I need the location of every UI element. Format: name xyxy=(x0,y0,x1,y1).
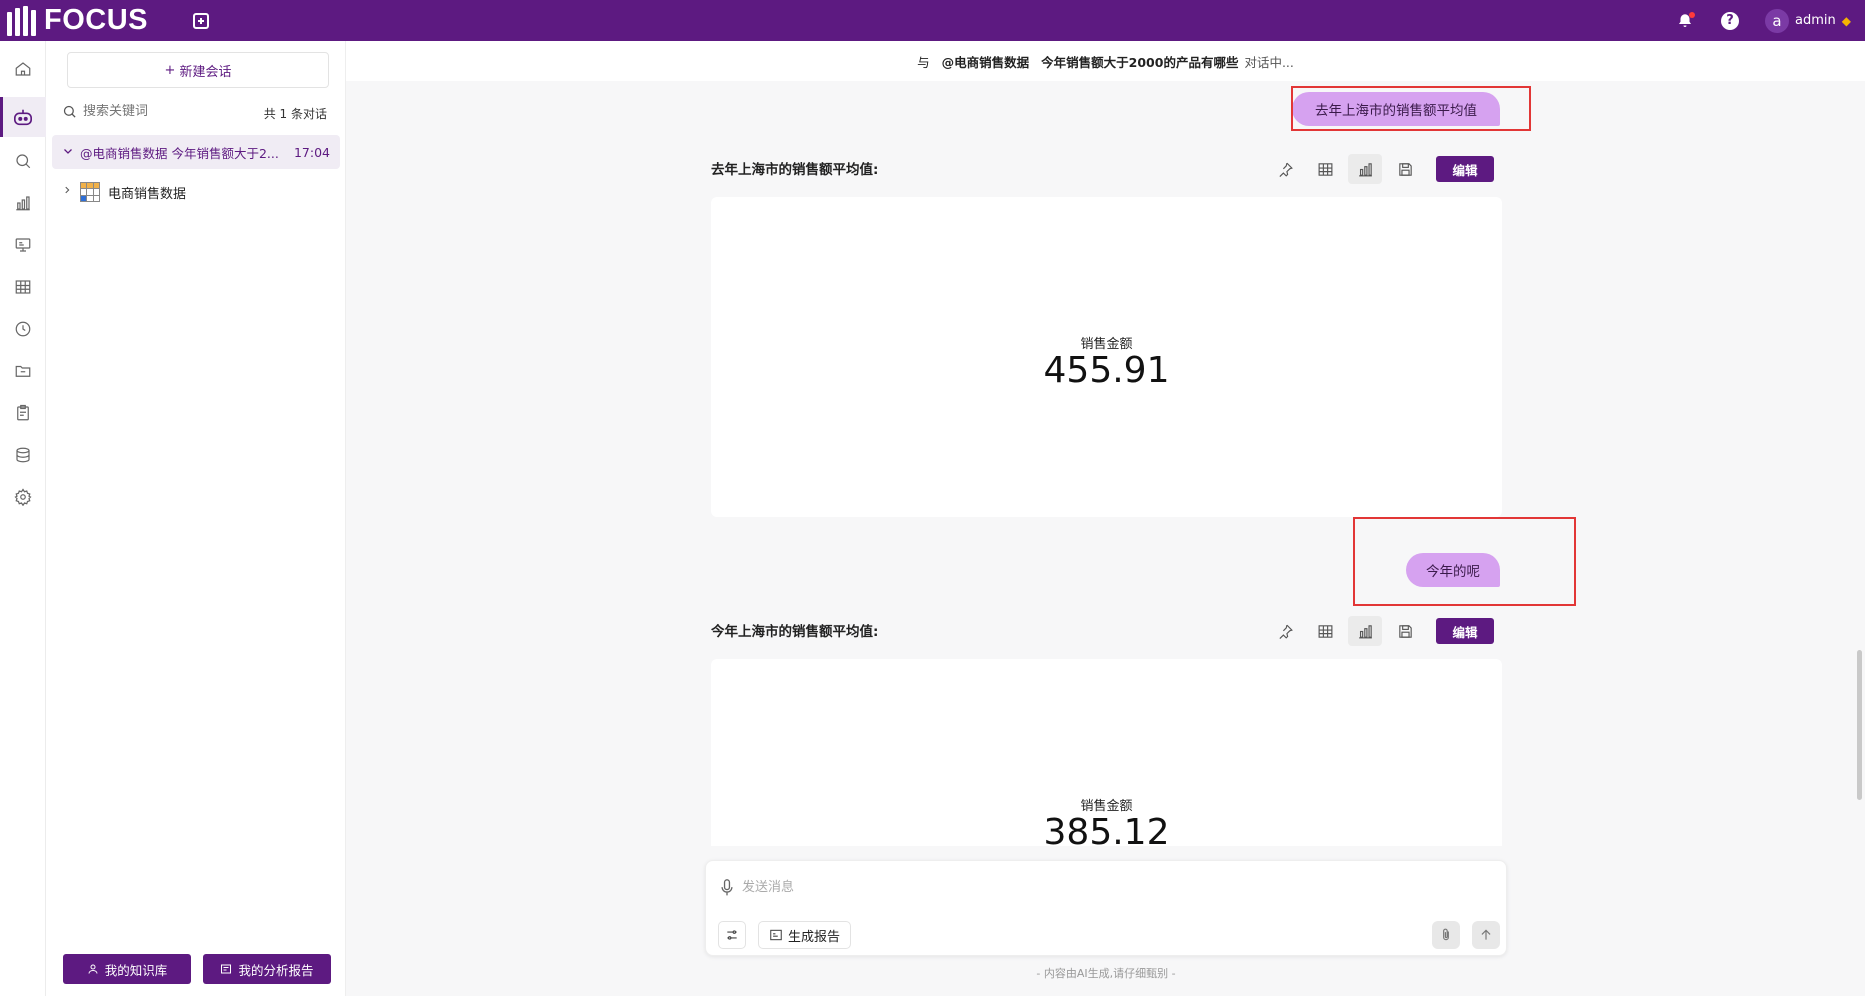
answer-toolbar: 编辑 xyxy=(1268,616,1494,646)
report-icon xyxy=(770,929,782,941)
answer-title: 去年上海市的销售额平均值: xyxy=(711,162,879,178)
conversation-search xyxy=(62,104,223,119)
generate-report-button[interactable]: 生成报告 xyxy=(758,921,852,949)
user-name: admin xyxy=(1795,13,1836,28)
folder-icon[interactable] xyxy=(0,351,46,391)
edit-button[interactable]: 编辑 xyxy=(1436,156,1494,182)
pin-icon[interactable] xyxy=(1268,154,1302,184)
chevron-right-icon[interactable] xyxy=(62,184,72,200)
send-arrow-icon[interactable] xyxy=(1472,921,1500,949)
kpi-block: 销售金额 455.91 xyxy=(711,333,1502,391)
attachment-icon[interactable] xyxy=(1432,921,1460,949)
conversation-header: 与 @电商销售数据 今年销售额大于2000的产品有哪些 对话中... xyxy=(346,41,1865,81)
nav-rail xyxy=(0,41,46,996)
dataset-name: 电商销售数据 xyxy=(108,186,187,202)
conversation-sidebar: + 新建会话 共 1 条对话 @电商销售数据 今年销售额大于2... 17:04… xyxy=(46,41,346,996)
edit-button[interactable]: 编辑 xyxy=(1436,618,1494,644)
dataset-table-icon xyxy=(80,182,100,202)
header-status: 对话中... xyxy=(1244,54,1294,70)
report-icon xyxy=(221,964,232,974)
ai-disclaimer: - 内容由AI生成,请仔细甄别 - xyxy=(1036,967,1176,980)
answer-toolbar: 编辑 xyxy=(1268,154,1494,184)
search-input[interactable] xyxy=(83,104,223,119)
new-chat-label: 新建会话 xyxy=(179,64,232,80)
logo-text: FOCUS xyxy=(44,4,148,36)
knowledge-base-label: 我的知识库 xyxy=(104,962,168,978)
conversation-count: 共 1 条对话 xyxy=(263,107,327,121)
knowledge-base-button[interactable]: 我的知识库 xyxy=(63,954,191,984)
help-icon[interactable]: ? xyxy=(1721,11,1740,30)
table-view-icon[interactable] xyxy=(1308,616,1342,646)
conversation-time: 17:04 xyxy=(293,144,330,160)
new-chat-button[interactable]: + 新建会话 xyxy=(67,52,329,88)
header-question: 今年销售额大于2000的产品有哪些 xyxy=(1041,54,1239,70)
annotation-highlight-box xyxy=(1291,86,1531,131)
header-prefix: 与 xyxy=(917,54,930,70)
presentation-icon[interactable] xyxy=(0,225,46,265)
answer-title: 今年上海市的销售额平均值: xyxy=(711,624,879,640)
table-view-icon[interactable] xyxy=(1308,154,1342,184)
analysis-reports-label: 我的分析报告 xyxy=(238,962,314,978)
user-menu[interactable]: a admin ◆ xyxy=(1765,8,1851,33)
pin-icon[interactable] xyxy=(1268,616,1302,646)
header-dataset-mention: @电商销售数据 xyxy=(941,54,1030,70)
conversation-item[interactable]: @电商销售数据 今年销售额大于2... 17:04 xyxy=(52,135,340,169)
save-icon[interactable] xyxy=(1388,616,1422,646)
answer-card: 销售金额 455.91 xyxy=(711,197,1502,517)
conversation-title: @电商销售数据 今年销售额大于2... xyxy=(80,145,279,161)
table-icon[interactable] xyxy=(0,267,46,307)
home-icon[interactable] xyxy=(0,49,46,89)
annotation-highlight-box xyxy=(1353,517,1576,606)
new-tab-icon[interactable] xyxy=(193,12,209,29)
message-composer: 生成报告 xyxy=(705,860,1507,956)
logo-mark-icon xyxy=(7,5,36,36)
analysis-reports-button[interactable]: 我的分析报告 xyxy=(203,954,331,984)
chart-icon[interactable] xyxy=(0,183,46,223)
avatar: a xyxy=(1765,8,1790,33)
search-icon xyxy=(63,105,76,118)
vip-gem-icon: ◆ xyxy=(1841,13,1851,28)
gear-icon[interactable] xyxy=(0,477,46,517)
clock-icon[interactable] xyxy=(0,309,46,349)
top-bar: FOCUS ? a admin ◆ xyxy=(0,0,1865,41)
clipboard-icon[interactable] xyxy=(0,393,46,433)
chart-view-icon[interactable] xyxy=(1348,154,1382,184)
kpi-value: 455.91 xyxy=(1043,350,1170,391)
database-icon[interactable] xyxy=(0,435,46,475)
kpi-value: 385.12 xyxy=(1043,812,1170,846)
save-icon[interactable] xyxy=(1388,154,1422,184)
settings-sliders-icon[interactable] xyxy=(718,921,746,949)
message-input[interactable] xyxy=(742,876,1342,898)
generate-report-label: 生成报告 xyxy=(788,929,841,945)
dataset-item[interactable]: 电商销售数据 xyxy=(62,182,186,202)
microphone-icon[interactable] xyxy=(720,879,734,901)
user-icon xyxy=(88,964,98,974)
focus-logo[interactable]: FOCUS xyxy=(7,4,148,37)
scrollbar-thumb[interactable] xyxy=(1857,650,1862,800)
chevron-down-icon[interactable] xyxy=(62,145,76,160)
notification-bell-icon[interactable] xyxy=(1675,11,1696,31)
plus-icon: + xyxy=(164,62,176,78)
chatbot-icon[interactable] xyxy=(0,97,46,137)
chart-view-icon[interactable] xyxy=(1348,616,1382,646)
answer-card: 销售金额 385.12 xyxy=(711,659,1502,846)
search-icon[interactable] xyxy=(0,141,46,181)
notification-dot xyxy=(1689,11,1696,18)
kpi-block: 销售金额 385.12 xyxy=(711,795,1502,846)
